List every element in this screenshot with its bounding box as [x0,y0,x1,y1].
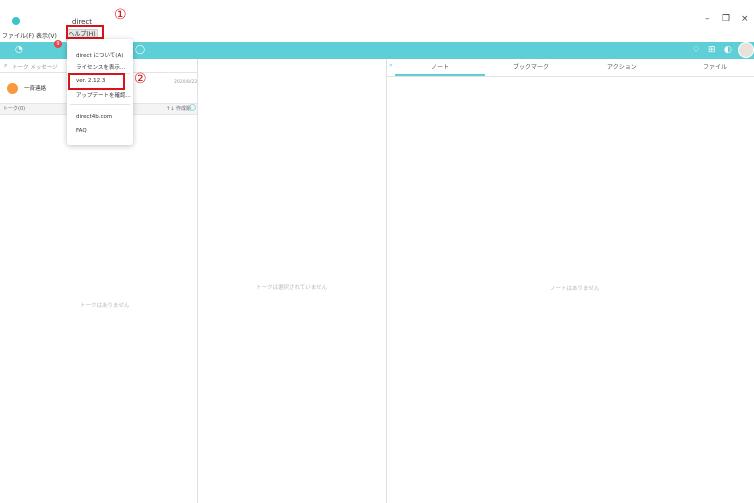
search-input[interactable]: トーク メッセージ [12,63,58,71]
callout-box-step1 [66,25,104,39]
right-pane [387,59,754,503]
minimize-button[interactable]: – [705,14,710,24]
menu-separator [70,104,130,105]
menu-website[interactable]: direct4b.com [76,114,112,120]
middle-empty-message: トークは選択されていません [256,285,328,291]
callout-number-step2: ② [134,71,147,87]
active-tab-indicator [395,74,485,76]
tab-bookmark[interactable]: ブックマーク [513,62,549,71]
user-avatar[interactable] [738,42,754,58]
chat-icon[interactable]: ◯ [135,45,145,55]
menu-about[interactable]: direct について(A) [76,51,123,59]
tab-action[interactable]: アクション [607,62,637,71]
settings-icon[interactable]: ◐ [724,45,732,55]
menu-check-update[interactable]: アップデートを確認... [76,91,131,99]
close-button[interactable]: × [741,14,749,24]
right-empty-message: ノートはありません [550,286,600,292]
menu-view[interactable]: 表示(V) [36,31,57,40]
menu-license[interactable]: ライセンスを表示... [76,63,125,71]
bell-icon[interactable]: ♢ [692,45,700,55]
tab-file[interactable]: ファイル [703,62,727,71]
restore-button[interactable]: ❐ [722,14,730,24]
group-date: 2020/8/22 [174,80,198,85]
talk-list-label: トーク(0) [3,106,26,112]
sort-button[interactable]: ↑↓ 作成順 [166,105,191,112]
callout-number-step1: ① [114,7,127,23]
app-home-icon[interactable]: ◔ [15,45,23,55]
search-icon: ⌕ [4,62,8,69]
tab-note[interactable]: ノート [431,62,449,71]
unread-badge: 9 [54,40,62,48]
menu-file[interactable]: ファイル(F) [2,31,34,40]
add-talk-icon[interactable] [189,104,196,111]
app-logo-icon [12,17,20,25]
collapse-chevron-icon[interactable]: » [389,62,393,69]
callout-box-step2 [68,73,125,90]
left-empty-message: トークはありません [80,303,130,309]
group-avatar [7,83,18,94]
grid-icon[interactable]: ⊞ [708,45,716,55]
middle-pane [198,59,387,503]
group-name: 一斉連絡 [24,86,47,92]
menu-faq[interactable]: FAQ [76,128,87,134]
